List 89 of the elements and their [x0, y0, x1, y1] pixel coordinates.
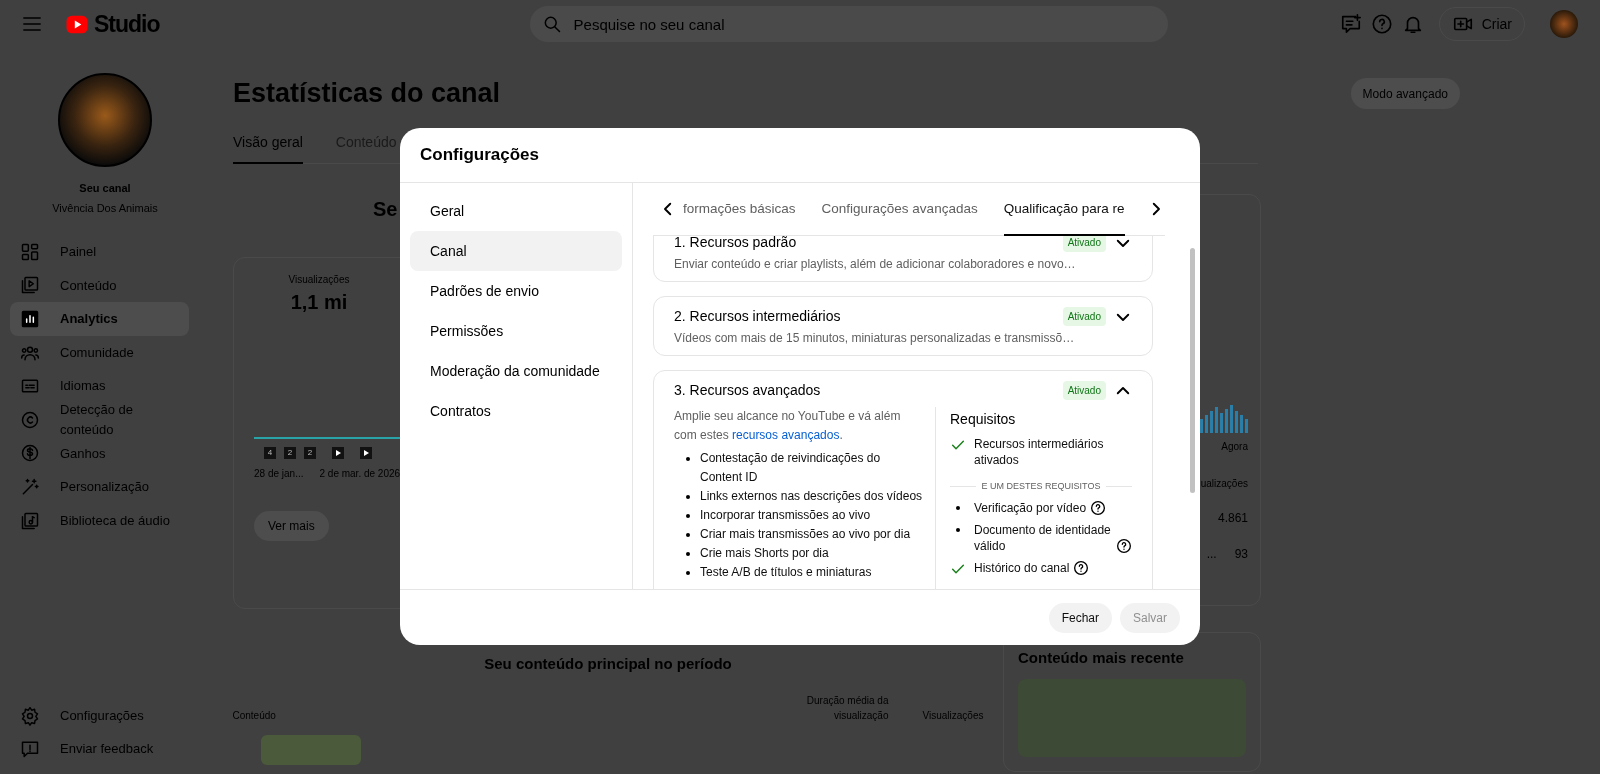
bar-chart-icon [20, 309, 40, 329]
sidebar-item[interactable]: Biblioteca de áudio [10, 503, 189, 538]
chart-marker[interactable]: 2 [284, 446, 296, 459]
sidebar-item[interactable]: Configurações [10, 698, 205, 733]
requirement-text: Documento de identidade válido [974, 521, 1112, 554]
settings-icon [20, 705, 40, 726]
logo-text: Studio [94, 12, 160, 36]
feature-item: Criar mais transmissões ao vivo por dia [700, 526, 911, 543]
play-square-icon [20, 275, 40, 296]
intro-text: Amplie seu alcance no YouTube e vá além com estes recursos avançados. [674, 408, 902, 444]
row-value: 4.861 [1217, 509, 1248, 527]
settings-nav-item[interactable]: Permissões [410, 311, 622, 351]
column-header: ualizações [1200, 476, 1248, 491]
settings-nav-item[interactable]: Geral [410, 191, 622, 231]
help-icon[interactable] [1073, 559, 1090, 576]
message-plus-icon [1339, 13, 1362, 35]
bullet-icon [686, 456, 690, 461]
card-title: 3. Recursos avançados [674, 381, 821, 400]
play-marker-icon[interactable] [360, 446, 372, 459]
sidebar-item[interactable]: Conteúdo [10, 268, 189, 303]
sidebar-item[interactable]: Comunidade [10, 335, 189, 370]
copyright-icon [20, 409, 40, 430]
card-title: 2. Recursos intermediários [674, 307, 841, 326]
page-tab[interactable]: Visão geral [233, 131, 303, 164]
help-icon[interactable] [1116, 537, 1132, 554]
channel-name: Vivência Dos Animais [52, 200, 158, 216]
sidebar-item[interactable]: Painel [10, 235, 189, 269]
help-icon[interactable] [1090, 499, 1107, 516]
axis-label: Agora [1221, 439, 1248, 454]
card-description: Vídeos com mais de 15 minutos, miniaturas personalizadas e transmissõ… [674, 330, 1076, 347]
dialog-button[interactable]: Fechar [1048, 602, 1112, 633]
axis-label: 28 de jan... [254, 466, 304, 481]
sidebar-item[interactable]: Ganhos [10, 436, 189, 471]
bullet-icon [686, 532, 690, 537]
metric-value: 1,1 mi [290, 289, 348, 315]
status-badge: Ativado [1062, 307, 1106, 326]
bullet-icon [686, 494, 690, 499]
bullet-icon [686, 551, 690, 556]
settings-tab[interactable]: formações básicas [683, 183, 796, 236]
sidebar-item[interactable]: Detecção de conteúdo [10, 402, 189, 437]
search-field[interactable]: Pesquise no seu canal [529, 6, 1168, 42]
card-title: 1. Recursos padrão [674, 236, 797, 252]
card-title: Conteúdo mais recente [1018, 647, 1185, 668]
section-heading: Se [373, 196, 398, 222]
sidebar-item[interactable]: Analytics [10, 302, 189, 336]
settings-nav-item[interactable]: Padrões de envio [410, 271, 622, 311]
bullet-icon [686, 570, 690, 575]
row-label: ... [1206, 545, 1217, 563]
see-more-button[interactable]: Ver mais [254, 510, 329, 541]
advanced-mode-button[interactable]: Modo avançado [1350, 78, 1460, 109]
column-header: Conteúdo [232, 709, 277, 723]
feature-item: Contestação de reivindicações do Content ID [700, 450, 882, 486]
settings-tab[interactable]: Configurações avançadas [821, 183, 978, 236]
metric-label: Visualizações [288, 272, 350, 287]
magic-wand-icon [20, 476, 40, 497]
dialog-title: Configurações [420, 144, 540, 167]
channel-label: Seu canal [79, 181, 131, 196]
row-value: 93 [1234, 545, 1248, 563]
column-header: Visualizações [921, 709, 984, 723]
dollar-icon [20, 443, 40, 464]
divider-label: E UM DESTES REQUISITOS [981, 480, 1101, 493]
feedback-icon [20, 739, 40, 760]
play-marker-icon[interactable] [332, 446, 344, 459]
feature-item: Teste A/B de títulos e miniaturas [700, 564, 872, 581]
sidebar-item[interactable]: Personalização [10, 470, 189, 504]
page-title: Estatísticas do canal [233, 77, 501, 110]
status-badge: Ativado [1062, 381, 1106, 400]
requirement-text: Recursos intermediários ativados [974, 436, 1105, 468]
settings-nav-item[interactable]: Contratos [410, 391, 622, 431]
status-badge: Ativado [1062, 236, 1106, 252]
sidebar-item[interactable]: Idiomas [10, 369, 189, 403]
feature-item: Incorporar transmissões ao vivo [700, 507, 871, 524]
section-heading: Seu conteúdo principal no período [484, 653, 732, 674]
chart-marker[interactable]: 2 [304, 446, 316, 459]
feature-item: Crie mais Shorts por dia [700, 545, 829, 562]
card-description: Enviar conteúdo e criar playlists, além de adicionar colaboradores e novo… [674, 256, 1077, 273]
requirements-title: Requisitos [950, 410, 1017, 429]
bullet-icon [686, 513, 690, 518]
requirement-text: Verificação por vídeo [974, 499, 1087, 516]
help-icon [1370, 13, 1393, 35]
settings-nav-item[interactable]: Moderação da comunidade [410, 351, 622, 391]
feature-item: Links externos nas descrições dos vídeos [700, 488, 923, 505]
requirement-text: Histórico do canal [974, 559, 1070, 576]
grid-icon [20, 241, 40, 262]
music-note-icon [20, 510, 40, 531]
sidebar-item[interactable]: Enviar feedback [10, 732, 205, 766]
settings-nav-item[interactable]: Canal [410, 231, 622, 271]
chart-marker[interactable]: 4 [264, 446, 276, 459]
realtime-bars-drawing [1200, 404, 1248, 433]
